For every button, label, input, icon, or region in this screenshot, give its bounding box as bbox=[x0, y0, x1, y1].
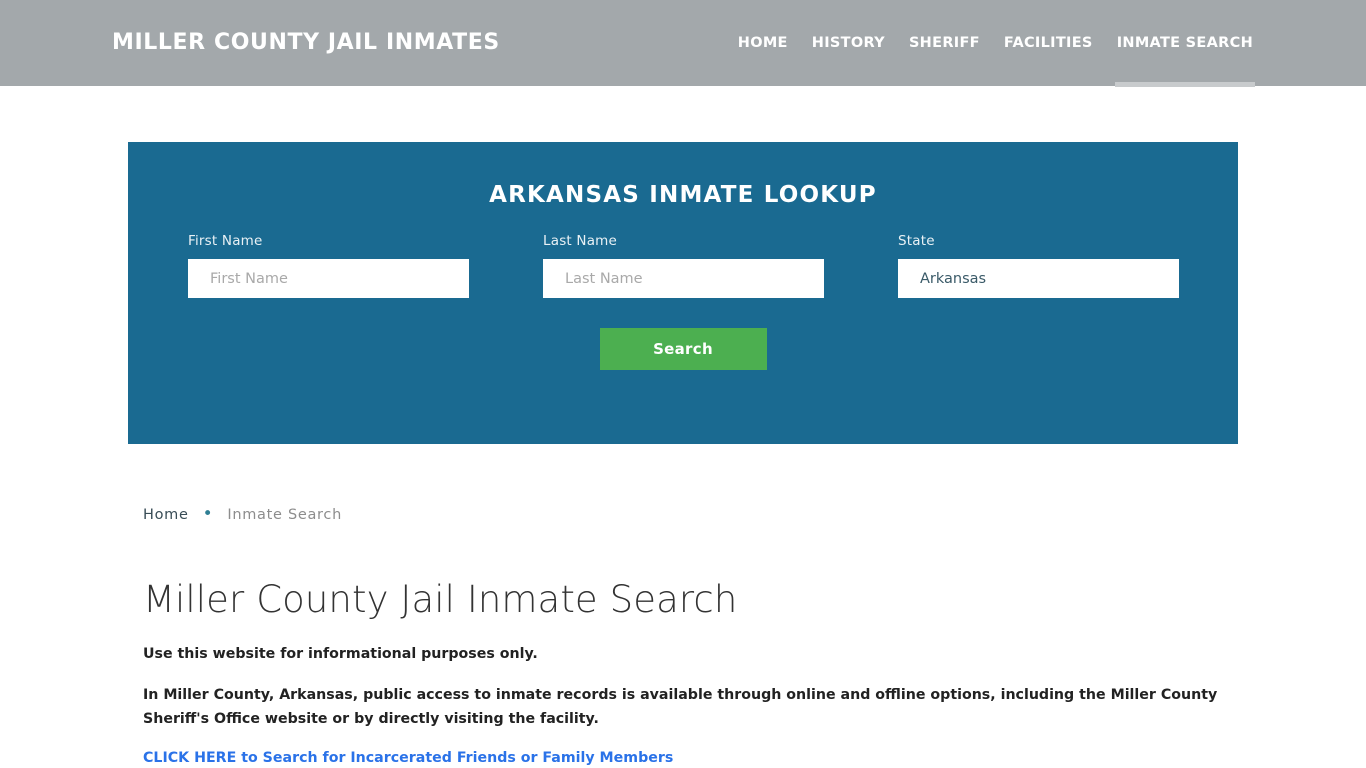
nav-item-sheriff[interactable]: SHERIFF bbox=[897, 32, 992, 54]
intro-paragraph: In Miller County, Arkansas, public acces… bbox=[143, 686, 1218, 727]
breadcrumb-separator-icon: • bbox=[202, 504, 214, 524]
first-name-label: First Name bbox=[188, 233, 263, 249]
last-name-field-group: Last Name bbox=[543, 233, 824, 298]
first-name-input[interactable] bbox=[188, 259, 469, 298]
search-button-container: Search bbox=[128, 328, 1238, 370]
last-name-input[interactable] bbox=[543, 259, 824, 298]
page-title: Miller County Jail Inmate Search bbox=[143, 578, 738, 621]
site-header: MILLER COUNTY JAIL INMATES HOME HISTORY … bbox=[0, 0, 1366, 87]
main-content: Miller County Jail Inmate Search Use thi… bbox=[143, 578, 1233, 767]
breadcrumb-current-page: Inmate Search bbox=[227, 506, 342, 523]
first-name-field-group: First Name bbox=[188, 233, 469, 298]
state-field-group: State Arkansas bbox=[898, 233, 1179, 298]
breadcrumb-home-link[interactable]: Home bbox=[143, 507, 189, 523]
state-label: State bbox=[898, 233, 935, 249]
nav-item-history[interactable]: HISTORY bbox=[800, 32, 897, 54]
lookup-title: ARKANSAS INMATE LOOKUP bbox=[489, 182, 877, 208]
nav-item-home[interactable]: HOME bbox=[726, 32, 800, 54]
disclaimer-text: Use this website for informational purpo… bbox=[143, 646, 538, 663]
breadcrumb: Home • Inmate Search bbox=[143, 506, 342, 523]
site-logo[interactable]: MILLER COUNTY JAIL INMATES bbox=[112, 30, 500, 55]
nav-item-facilities[interactable]: FACILITIES bbox=[992, 32, 1105, 54]
nav-item-inmate-search[interactable]: INMATE SEARCH bbox=[1105, 32, 1256, 87]
lookup-form: First Name Last Name State Arkansas bbox=[128, 233, 1238, 303]
inmate-lookup-panel: ARKANSAS INMATE LOOKUP First Name Last N… bbox=[128, 142, 1238, 444]
state-select[interactable]: Arkansas bbox=[898, 259, 1179, 298]
inmate-search-cta-link[interactable]: CLICK HERE to Search for Incarcerated Fr… bbox=[143, 750, 673, 766]
last-name-label: Last Name bbox=[543, 233, 618, 249]
main-navigation: HOME HISTORY SHERIFF FACILITIES INMATE S… bbox=[726, 32, 1256, 87]
search-button[interactable]: Search bbox=[599, 328, 767, 370]
